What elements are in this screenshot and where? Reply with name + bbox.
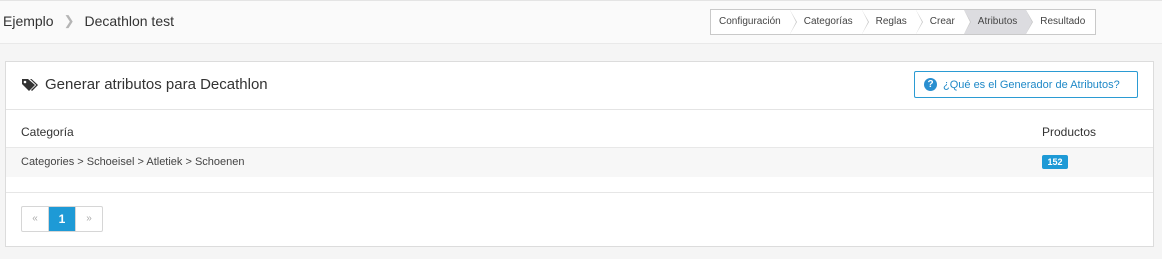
step-resultado[interactable]: Resultado	[1026, 10, 1096, 34]
panel-title-text: Generar atributos para Decathlon	[45, 76, 268, 93]
tags-icon	[22, 78, 38, 91]
products-count-badge: 152	[1042, 155, 1068, 169]
column-header-products[interactable]: Productos	[1042, 125, 1096, 139]
top-bar: Ejemplo ❯ Decathlon test Configuración C…	[0, 0, 1162, 44]
table-row[interactable]: Categories > Schoeisel > Atletiek > Scho…	[6, 147, 1153, 177]
pagination-page-1[interactable]: 1	[48, 207, 75, 231]
question-icon: ?	[924, 78, 937, 91]
panel-header: Generar atributos para Decathlon ? ¿Qué …	[6, 62, 1153, 110]
pagination-prev[interactable]: «	[22, 207, 48, 231]
breadcrumb-parent[interactable]: Ejemplo	[3, 13, 54, 29]
divider	[6, 192, 1153, 193]
breadcrumb: Ejemplo ❯ Decathlon test	[3, 13, 174, 29]
pagination-next[interactable]: »	[75, 207, 102, 231]
chevron-right-icon: ❯	[63, 13, 75, 28]
help-button-label: ¿Qué es el Generador de Atributos?	[943, 78, 1120, 91]
step-reglas[interactable]: Reglas	[861, 10, 923, 34]
pagination: « 1 »	[21, 206, 103, 232]
wizard-steps: Configuración Categorías Reglas Crear At…	[710, 9, 1097, 35]
attributes-panel: Generar atributos para Decathlon ? ¿Qué …	[5, 61, 1154, 247]
step-configuracion[interactable]: Configuración	[711, 10, 797, 34]
step-categorias[interactable]: Categorías	[789, 10, 869, 34]
step-crear[interactable]: Crear	[915, 10, 971, 34]
help-button[interactable]: ? ¿Qué es el Generador de Atributos?	[914, 71, 1138, 98]
step-atributos[interactable]: Atributos	[963, 10, 1034, 34]
breadcrumb-current: Decathlon test	[84, 13, 175, 29]
panel-title: Generar atributos para Decathlon	[21, 76, 268, 93]
category-path: Categories > Schoeisel > Atletiek > Scho…	[21, 156, 245, 168]
column-header-category[interactable]: Categoría	[21, 125, 74, 139]
